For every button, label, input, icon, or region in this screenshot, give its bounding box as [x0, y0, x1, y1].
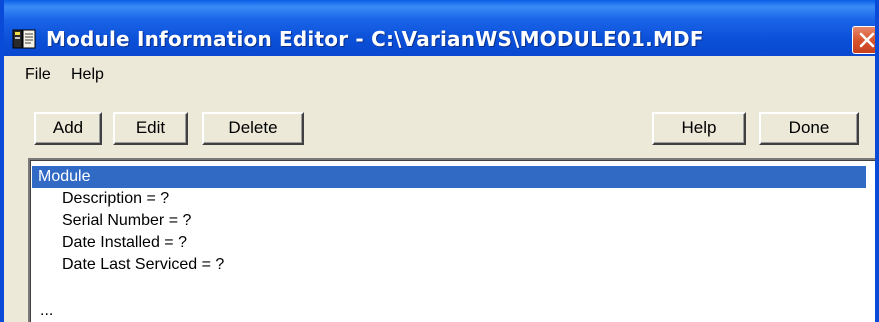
window-title: Module Information Editor - C:\VarianWS\…: [46, 27, 704, 51]
menu-file[interactable]: File: [25, 66, 51, 84]
list-item-description[interactable]: Description = ?: [32, 188, 169, 210]
list-item-date-installed[interactable]: Date Installed = ?: [32, 232, 187, 254]
app-icon[interactable]: [12, 28, 36, 50]
close-icon: [859, 32, 875, 48]
list-item-serial-number[interactable]: Serial Number = ?: [32, 210, 191, 232]
list-item-module[interactable]: Module: [32, 166, 866, 188]
done-button[interactable]: Done: [759, 112, 859, 145]
list-item-date-last-serviced[interactable]: Date Last Serviced = ?: [32, 254, 224, 276]
help-button[interactable]: Help: [652, 112, 746, 145]
edit-button[interactable]: Edit: [113, 112, 188, 145]
menu-bar: File Help: [4, 56, 875, 94]
module-list[interactable]: Module Description = ? Serial Number = ?…: [28, 158, 875, 322]
close-button[interactable]: [852, 26, 875, 54]
module-info-editor-window: Module Information Editor - C:\VarianWS\…: [0, 0, 879, 322]
delete-button[interactable]: Delete: [202, 112, 304, 145]
list-item-more[interactable]: ...: [32, 300, 53, 322]
add-button[interactable]: Add: [34, 112, 102, 145]
title-bar[interactable]: Module Information Editor - C:\VarianWS\…: [4, 0, 875, 56]
menu-help[interactable]: Help: [71, 66, 104, 84]
